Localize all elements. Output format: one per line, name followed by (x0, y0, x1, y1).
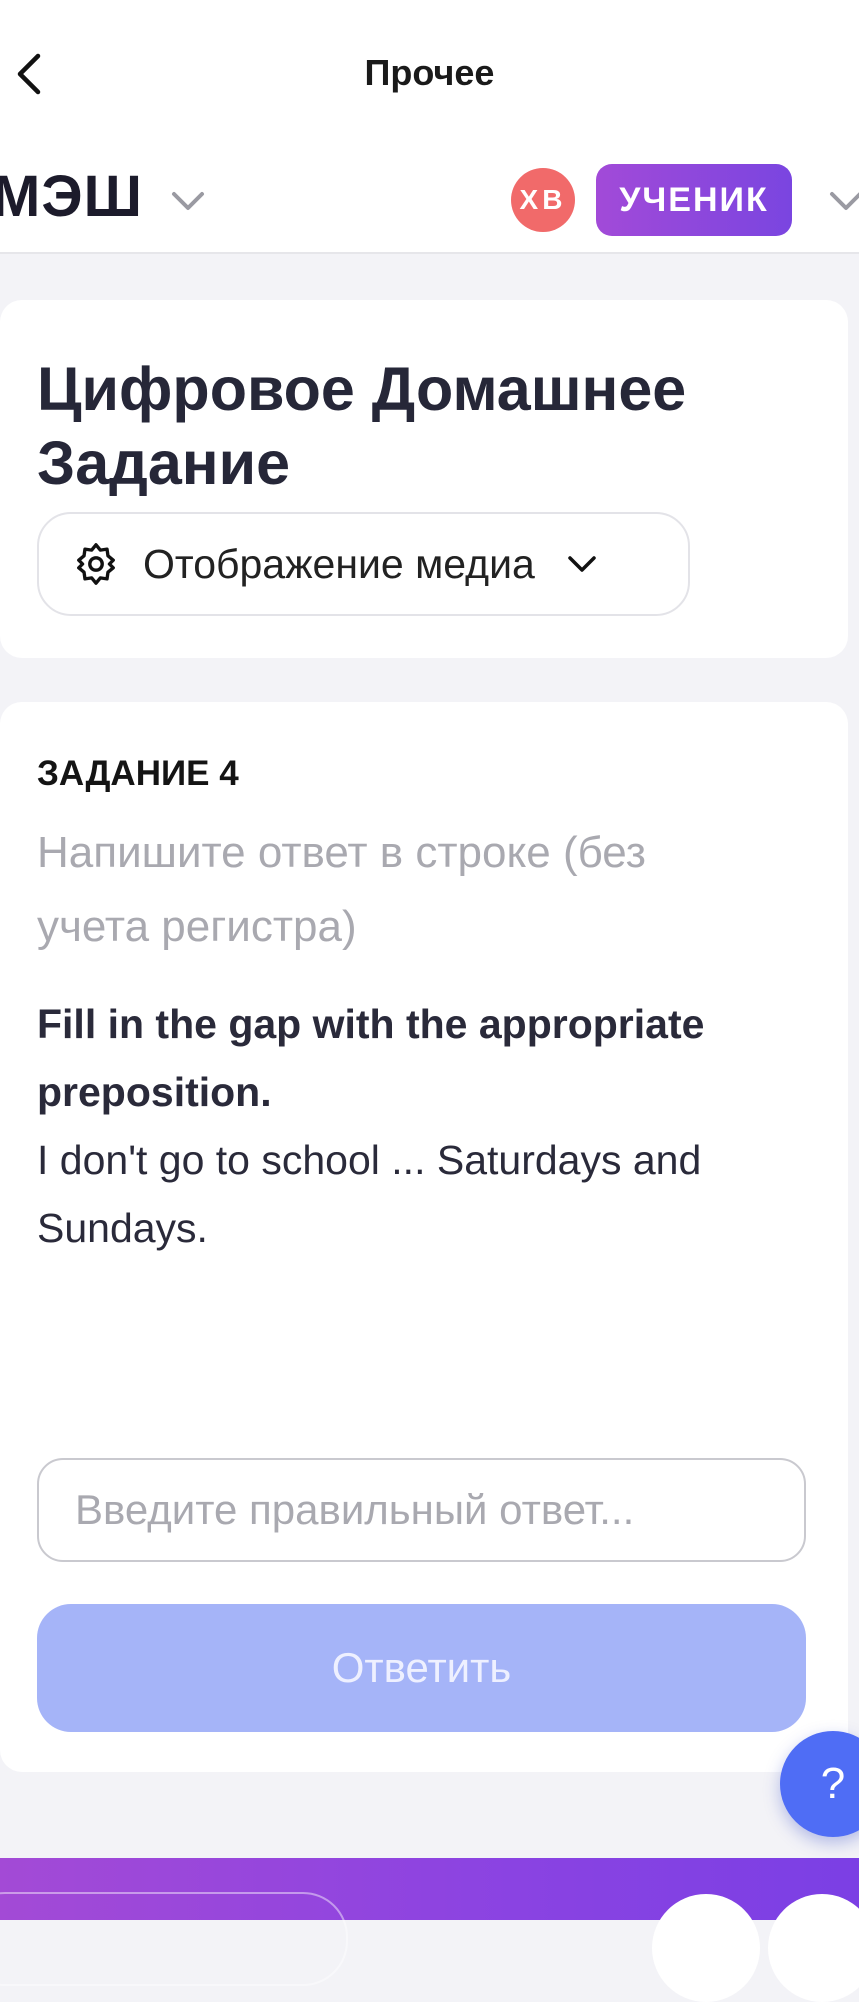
task-instruction: Fill in the gap with the appropriate pre… (37, 1001, 705, 1115)
bottom-bar-action-button[interactable] (768, 1894, 859, 2002)
task-sentence: I don't go to school ... Saturdays and S… (37, 1137, 702, 1251)
gear-icon (77, 543, 115, 585)
bottom-bar-left-pill[interactable] (0, 1892, 348, 1986)
app-logo: МЭШ (0, 164, 143, 229)
chevron-down-icon (568, 556, 596, 572)
role-badge[interactable]: УЧЕНИК (596, 164, 792, 236)
media-display-label: Отображение медиа (143, 540, 535, 587)
avatar[interactable]: ХВ (511, 168, 575, 232)
answer-input[interactable] (37, 1458, 806, 1562)
chevron-down-icon[interactable] (826, 186, 859, 216)
task-number: ЗАДАНИЕ 4 (37, 754, 239, 793)
submit-answer-button[interactable]: Ответить (37, 1604, 806, 1732)
task-hint: Напишите ответ в строке (без учета регис… (37, 828, 646, 951)
homework-header-card: Цифровое Домашнее Задание Отображение ме… (0, 300, 848, 658)
task-card: ЗАДАНИЕ 4 Напишите ответ в строке (без у… (0, 702, 848, 1772)
bottom-bar (0, 1858, 859, 2002)
chevron-down-icon[interactable] (168, 186, 208, 216)
nav-title: Прочее (364, 52, 495, 93)
page-title: Цифровое Домашнее Задание (37, 355, 687, 497)
bottom-bar-action-button[interactable] (652, 1894, 760, 2002)
media-display-dropdown[interactable]: Отображение медиа (37, 512, 690, 616)
task-question: Fill in the gap with the appropriate pre… (37, 990, 797, 1262)
top-navigation: Прочее МЭШ ХВ УЧЕНИК (0, 0, 859, 254)
help-icon: ? (820, 1759, 846, 1808)
